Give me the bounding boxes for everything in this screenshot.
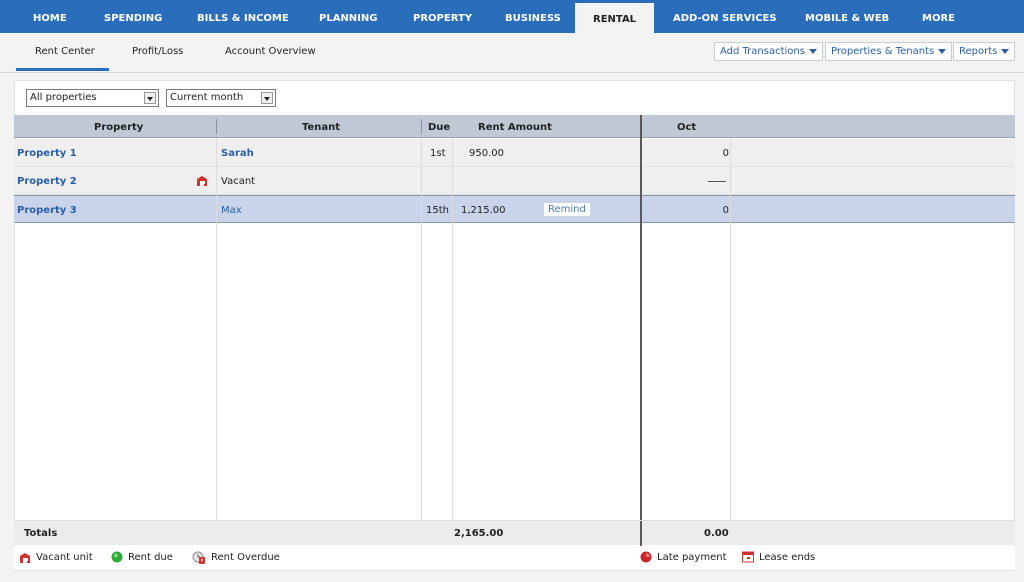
dropdown-arrow-icon[interactable]	[144, 92, 156, 104]
properties-tenants-label: Properties & Tenants	[831, 46, 935, 57]
reports-label: Reports	[959, 46, 998, 57]
nav-add-on-services[interactable]: ADD-ON SERVICES	[673, 0, 777, 33]
column-header-due[interactable]: Due	[428, 115, 450, 138]
nav-mobile-web[interactable]: MOBILE & WEB	[805, 0, 889, 33]
column-header-property[interactable]: Property	[94, 115, 143, 138]
legend-rent-due: Rent due	[111, 546, 173, 570]
add-transactions-button[interactable]: Add Transactions	[714, 42, 823, 61]
remind-button[interactable]: Remind	[544, 203, 590, 216]
legend-label: Lease ends	[759, 552, 816, 563]
period-filter-select[interactable]: Current month	[166, 89, 276, 107]
properties-tenants-button[interactable]: Properties & Tenants	[825, 42, 953, 61]
legend-rent-overdue: Rent Overdue	[192, 546, 280, 570]
tenant-link[interactable]: Sarah	[221, 139, 254, 166]
tab-profit-loss[interactable]: Profit/Loss	[132, 46, 183, 57]
oct-amount: 0	[722, 148, 729, 159]
nav-spending[interactable]: SPENDING	[104, 0, 162, 33]
tab-account-overview[interactable]: Account Overview	[225, 46, 316, 57]
active-tab-indicator	[16, 68, 109, 71]
column-header-tenant[interactable]: Tenant	[302, 115, 340, 138]
property-filter-value: All properties	[30, 92, 97, 103]
column-header-oct[interactable]: Oct	[677, 115, 696, 138]
rent-amount: 1,215.00	[461, 205, 506, 216]
due-date: 1st	[430, 148, 446, 159]
table-row[interactable]: Property 2 Vacant	[14, 167, 1015, 195]
nav-bills-income[interactable]: BILLS & INCOME	[197, 0, 289, 33]
nav-home[interactable]: HOME	[33, 0, 67, 33]
property-link[interactable]: Property 2	[17, 167, 77, 194]
table-row-selected[interactable]: Property 3 Max 15th 1,215.00 Remind 0	[14, 195, 1015, 223]
totals-oct: 0.00	[704, 528, 729, 539]
totals-rent: 2,165.00	[454, 528, 504, 539]
column-separator	[216, 119, 217, 134]
tenant-link[interactable]: Max	[221, 196, 242, 223]
legend-label: Rent Overdue	[211, 552, 280, 563]
column-divider	[421, 138, 422, 520]
chevron-down-icon	[808, 48, 817, 54]
table-header: Property Tenant Due Rent Amount Oct	[14, 115, 1015, 138]
nav-business[interactable]: BUSINESS	[505, 0, 561, 33]
column-divider	[216, 138, 217, 520]
legend: Vacant unit Rent due Rent Overdue Late p…	[14, 546, 1015, 570]
due-date: 15th	[426, 205, 449, 216]
column-divider	[452, 138, 453, 520]
nav-property[interactable]: PROPERTY	[413, 0, 472, 33]
legend-lease-ends: Lease ends	[742, 546, 815, 570]
vacant-unit-icon	[196, 175, 208, 187]
totals-row: Totals 2,165.00 0.00	[14, 520, 1015, 546]
lease-ends-calendar-icon	[742, 551, 754, 563]
chevron-down-icon	[938, 48, 947, 54]
month-divider	[640, 521, 642, 546]
legend-vacant-unit: Vacant unit	[19, 546, 93, 570]
rent-table: Property Tenant Due Rent Amount Oct Prop…	[14, 115, 1015, 546]
tab-rent-center[interactable]: Rent Center	[35, 46, 95, 57]
add-transactions-label: Add Transactions	[720, 46, 805, 57]
nav-more[interactable]: MORE	[922, 0, 955, 33]
legend-late-payment: Late payment	[640, 546, 727, 570]
property-filter-select[interactable]: All properties	[26, 89, 159, 107]
oct-amount	[708, 167, 726, 194]
column-divider	[730, 138, 731, 520]
nav-planning[interactable]: PLANNING	[319, 0, 377, 33]
reports-button[interactable]: Reports	[953, 42, 1016, 61]
vacant-unit-icon	[20, 552, 30, 563]
chevron-down-icon	[1001, 48, 1010, 54]
rent-due-icon	[111, 551, 123, 563]
totals-label: Totals	[24, 528, 58, 539]
property-link[interactable]: Property 3	[17, 196, 77, 223]
table-row[interactable]: Property 1 Sarah 1st 950.00 0	[14, 139, 1015, 167]
period-filter-value: Current month	[170, 92, 244, 103]
oct-amount: 0	[722, 205, 729, 216]
property-link[interactable]: Property 1	[17, 139, 77, 166]
tenant-vacant: Vacant	[221, 176, 256, 187]
rent-overdue-icon	[192, 551, 205, 564]
late-payment-icon	[640, 551, 652, 563]
legend-label: Late payment	[657, 552, 727, 563]
rent-amount: 950.00	[469, 148, 504, 159]
nav-rental[interactable]: RENTAL	[575, 3, 655, 33]
dropdown-arrow-icon[interactable]	[261, 92, 273, 104]
legend-label: Rent due	[128, 552, 173, 563]
column-header-rent-amount[interactable]: Rent Amount	[478, 115, 552, 138]
legend-label: Vacant unit	[36, 552, 93, 563]
column-separator	[421, 119, 422, 134]
top-navigation: HOME SPENDING BILLS & INCOME PLANNING PR…	[0, 0, 1024, 33]
month-divider	[640, 115, 642, 545]
empty-dash	[708, 180, 726, 182]
